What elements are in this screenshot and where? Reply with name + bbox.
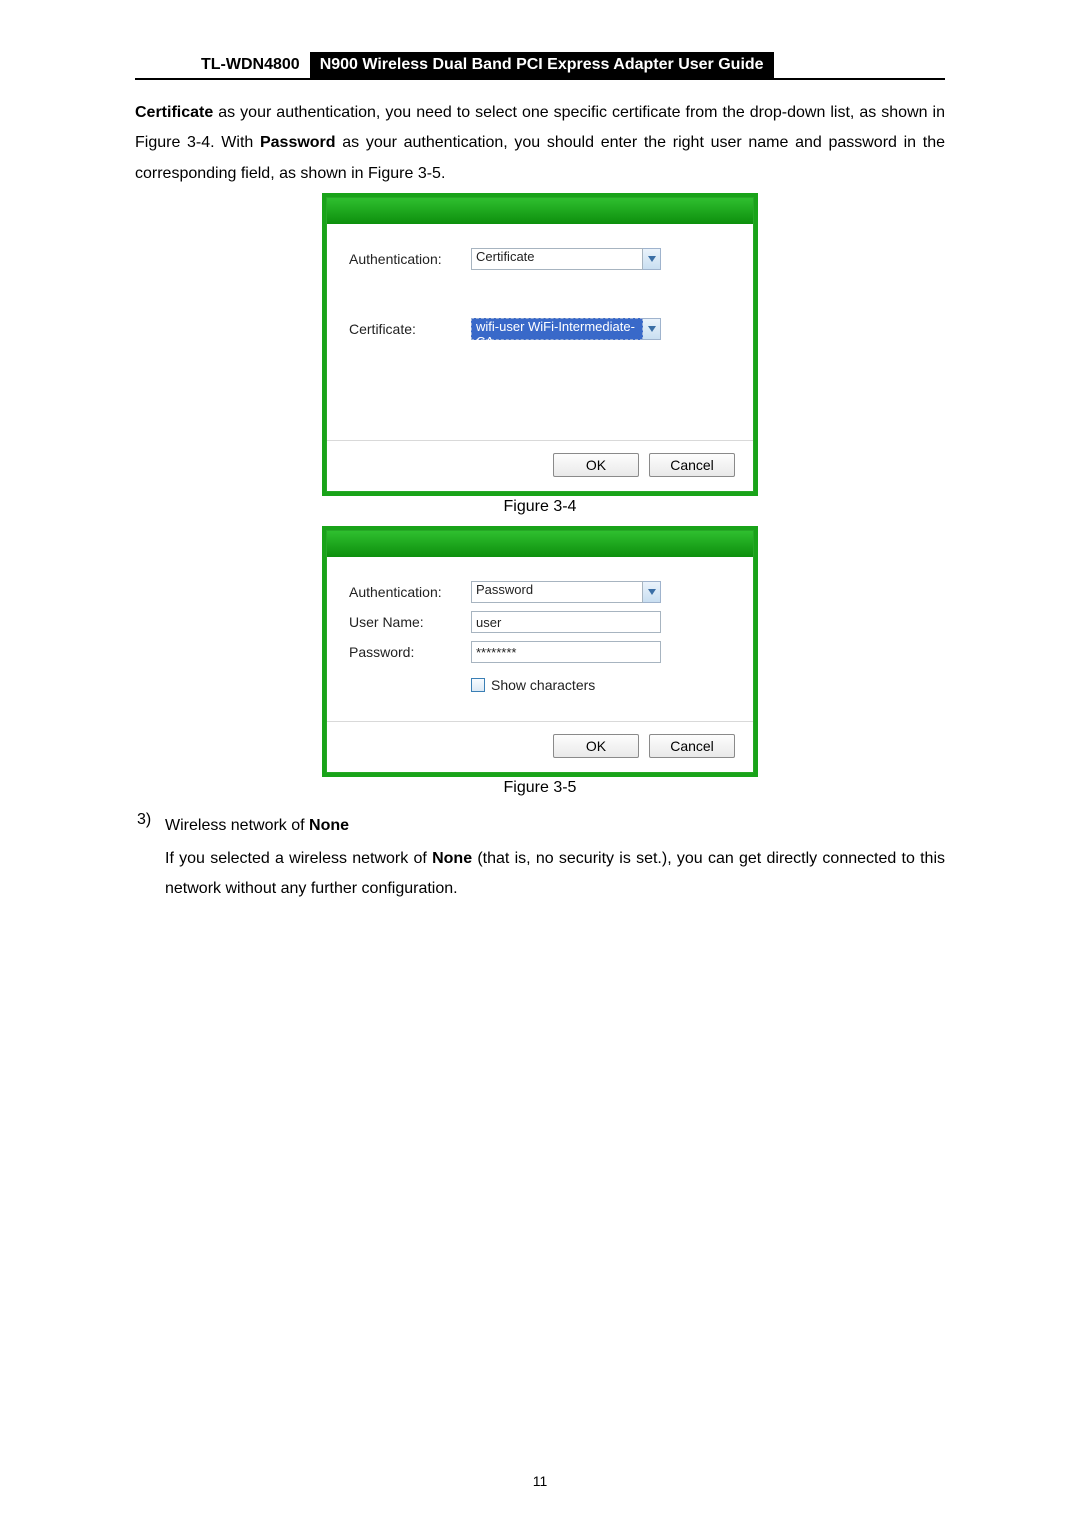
figure-3-4-caption: Figure 3-4 — [135, 498, 945, 516]
cancel-button[interactable]: Cancel — [649, 734, 735, 758]
auth-combo[interactable]: Password — [471, 581, 661, 603]
password-label: Password: — [349, 644, 471, 660]
password-input[interactable] — [471, 641, 661, 663]
certificate-label: Certificate: — [349, 321, 471, 337]
list-number-3: 3) — [135, 811, 165, 904]
page-header: TL-WDN4800 N900 Wireless Dual Band PCI E… — [135, 52, 945, 80]
username-label: User Name: — [349, 614, 471, 630]
section-3-paragraph: If you selected a wireless network of No… — [165, 844, 945, 905]
auth-combo-value[interactable]: Certificate — [471, 248, 643, 270]
chevron-down-icon[interactable] — [643, 581, 661, 603]
section-3-title: Wireless network of None — [165, 811, 945, 841]
certificate-combo[interactable]: wifi-user WiFi-Intermediate-CA- — [471, 318, 661, 340]
auth-combo-value[interactable]: Password — [471, 581, 643, 603]
intro-bold-password: Password — [260, 134, 336, 151]
show-characters-label: Show characters — [491, 677, 595, 693]
show-characters-checkbox[interactable] — [471, 678, 485, 692]
intro-paragraph: Certificate as your authentication, you … — [135, 98, 945, 189]
chevron-down-icon[interactable] — [643, 318, 661, 340]
header-title: N900 Wireless Dual Band PCI Express Adap… — [310, 52, 774, 78]
dialog-titlebar[interactable] — [327, 198, 753, 224]
figure-3-5-caption: Figure 3-5 — [135, 779, 945, 797]
auth-combo[interactable]: Certificate — [471, 248, 661, 270]
certificate-combo-value[interactable]: wifi-user WiFi-Intermediate-CA- — [471, 318, 643, 340]
ok-button[interactable]: OK — [553, 453, 639, 477]
dialog-password: Authentication: Password User Name: Pass… — [326, 530, 754, 773]
section-3-none: 3) Wireless network of None If you selec… — [135, 811, 945, 904]
auth-label: Authentication: — [349, 251, 471, 267]
intro-bold-certificate: Certificate — [135, 104, 213, 121]
page-number: 11 — [0, 1473, 1080, 1489]
ok-button[interactable]: OK — [553, 734, 639, 758]
chevron-down-icon[interactable] — [643, 248, 661, 270]
auth-label: Authentication: — [349, 584, 471, 600]
dialog-titlebar[interactable] — [327, 531, 753, 557]
username-input[interactable] — [471, 611, 661, 633]
cancel-button[interactable]: Cancel — [649, 453, 735, 477]
header-model: TL-WDN4800 — [195, 52, 310, 78]
dialog-certificate: Authentication: Certificate Certificate:… — [326, 197, 754, 492]
